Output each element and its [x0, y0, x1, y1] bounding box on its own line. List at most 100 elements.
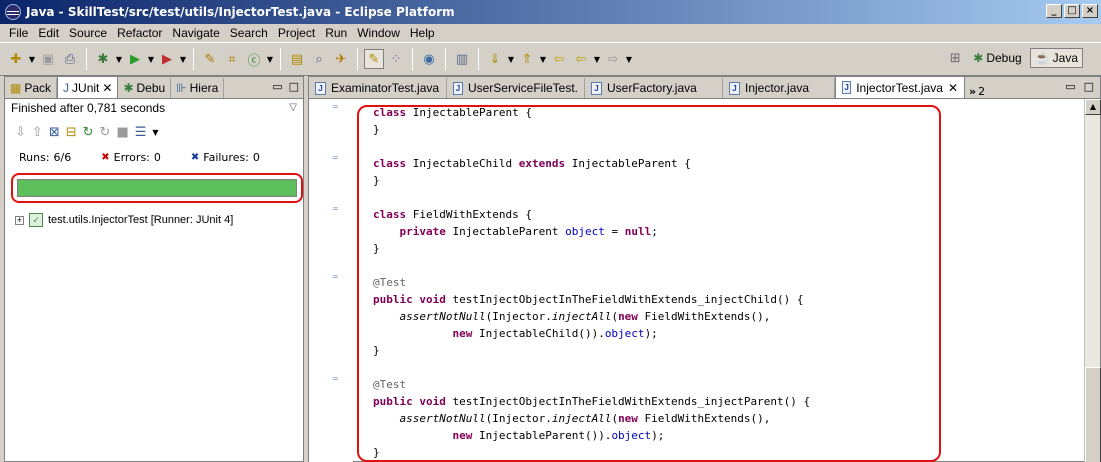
open-task-icon[interactable]: ✈: [331, 49, 351, 69]
back-icon[interactable]: ⇦: [571, 49, 591, 69]
menu-window[interactable]: Window: [352, 25, 405, 41]
fold-marker-icon[interactable]: =: [332, 154, 341, 162]
scroll-up-icon[interactable]: ▲: [1085, 99, 1101, 115]
fold-marker-icon[interactable]: =: [332, 205, 341, 213]
tab-junit[interactable]: J JUnit ✕: [57, 76, 119, 98]
tab-userfactory[interactable]: J UserFactory.java: [585, 78, 723, 98]
tab-injectortest[interactable]: J InjectorTest.java ✕: [835, 76, 965, 98]
menu-source[interactable]: Source: [64, 25, 112, 41]
tab-injector[interactable]: J Injector.java: [723, 78, 835, 98]
test-tree-item[interactable]: + ✓ test.utils.InjectorTest [Runner: JUn…: [15, 213, 233, 227]
external-tools-icon[interactable]: ▶: [157, 49, 177, 69]
test-history-icon[interactable]: ☰: [135, 125, 147, 140]
next-annotation-icon[interactable]: ⇓: [485, 49, 505, 69]
run-icon[interactable]: ▶: [125, 49, 145, 69]
fold-marker-icon[interactable]: =: [332, 273, 341, 281]
next-failure-icon[interactable]: ⇩: [15, 125, 26, 140]
new-java-project-icon[interactable]: ✎: [200, 49, 220, 69]
history-dropdown-icon[interactable]: ▼: [152, 128, 158, 137]
minimize-editor-icon[interactable]: ▭: [1065, 80, 1075, 93]
window-controls: _ □ ×: [1046, 4, 1098, 18]
menu-run[interactable]: Run: [320, 25, 352, 41]
new-class-dropdown-icon[interactable]: ▼: [266, 49, 274, 69]
scroll-lock-icon[interactable]: ⊟: [66, 125, 77, 140]
debug-icon[interactable]: ✱: [93, 49, 113, 69]
junit-counters: Runs: 6/6 ✖ Errors: 0 ✖ Failures: 0: [5, 147, 303, 167]
package-icon: ▦: [10, 81, 22, 95]
runs-counter: Runs: 6/6: [19, 151, 71, 164]
expand-icon[interactable]: +: [15, 215, 24, 225]
menu-file[interactable]: File: [4, 25, 33, 41]
annotation-icon[interactable]: ▥: [452, 49, 472, 69]
fold-marker-icon[interactable]: =: [332, 103, 341, 111]
tab-debug[interactable]: ✱ Debu: [118, 78, 172, 98]
back-dropdown-icon[interactable]: ▼: [593, 49, 601, 69]
stop-icon[interactable]: ■: [116, 125, 128, 140]
menu-search[interactable]: Search: [225, 25, 273, 41]
previous-annotation-dropdown-icon[interactable]: ▼: [539, 49, 547, 69]
show-failures-only-icon[interactable]: ⊠: [49, 125, 60, 140]
open-type-icon[interactable]: ▤: [287, 49, 307, 69]
view-menu-icon[interactable]: ▽: [289, 102, 297, 113]
menu-edit[interactable]: Edit: [33, 25, 64, 41]
java-file-icon: J: [315, 81, 326, 95]
previous-annotation-icon[interactable]: ⇑: [517, 49, 537, 69]
maximize-editor-icon[interactable]: □: [1084, 80, 1094, 93]
rerun-failed-icon[interactable]: ↻: [100, 125, 111, 140]
runs-label: Runs:: [19, 150, 50, 164]
progress-highlight: [11, 173, 303, 203]
vertical-scrollbar[interactable]: ▲: [1084, 99, 1101, 462]
new-class-icon[interactable]: ⓒ: [244, 49, 264, 69]
close-tab-icon[interactable]: ✕: [948, 81, 958, 95]
debug-perspective-button[interactable]: ✱ Debug: [969, 49, 1025, 67]
last-edit-location-icon[interactable]: ⇦: [549, 49, 569, 69]
new-package-icon[interactable]: ⌗: [222, 49, 242, 69]
minimize-button[interactable]: _: [1046, 4, 1062, 18]
run-dropdown-icon[interactable]: ▼: [147, 49, 155, 69]
errors-value: 0: [153, 150, 161, 164]
menu-navigate[interactable]: Navigate: [167, 25, 224, 41]
menu-refactor[interactable]: Refactor: [112, 25, 167, 41]
new-icon[interactable]: ✚: [6, 49, 26, 69]
more-tabs-button[interactable]: » 2: [969, 85, 985, 98]
fold-marker-icon[interactable]: =: [332, 375, 341, 383]
left-view-controls: ▭ □: [272, 80, 299, 93]
tab-label: Debu: [136, 81, 166, 95]
menu-project[interactable]: Project: [273, 25, 320, 41]
forward-dropdown-icon[interactable]: ▼: [625, 49, 633, 69]
tab-hierarchy[interactable]: ⊪ Hiera: [171, 78, 225, 98]
scroll-thumb[interactable]: [1085, 367, 1101, 462]
search-icon[interactable]: ⌕: [309, 49, 329, 69]
globe-icon[interactable]: ◉: [419, 49, 439, 69]
java-perspective-button[interactable]: ☕ Java: [1029, 48, 1083, 68]
menu-help[interactable]: Help: [405, 25, 440, 41]
window-title: Java - SkillTest/src/test/utils/Injector…: [26, 5, 455, 19]
print-icon[interactable]: ⎙: [60, 49, 80, 69]
show-whitespace-icon[interactable]: ⁘: [386, 49, 406, 69]
tab-label: InjectorTest.java: [856, 80, 943, 95]
close-button[interactable]: ×: [1082, 4, 1098, 18]
previous-failure-icon[interactable]: ⇧: [32, 125, 43, 140]
close-tab-icon[interactable]: ✕: [102, 81, 112, 95]
forward-icon[interactable]: ⇨: [603, 49, 623, 69]
tab-userservicefiletest[interactable]: J UserServiceFileTest.: [447, 78, 585, 98]
toggle-mark-occurrences-icon[interactable]: ✎: [364, 49, 384, 69]
maximize-button[interactable]: □: [1064, 4, 1080, 18]
rerun-icon[interactable]: ↻: [83, 125, 94, 140]
failures-value: 0: [252, 150, 260, 164]
debug-dropdown-icon[interactable]: ▼: [115, 49, 123, 69]
maximize-view-icon[interactable]: □: [289, 80, 299, 93]
open-perspective-icon[interactable]: ⊞: [945, 48, 965, 68]
save-icon[interactable]: ▣: [38, 49, 58, 69]
external-tools-dropdown-icon[interactable]: ▼: [179, 49, 187, 69]
minimize-view-icon[interactable]: ▭: [272, 80, 282, 93]
toolbar-separator: [445, 48, 446, 70]
more-tabs-icon: »: [969, 85, 977, 98]
tab-package-explorer[interactable]: ▦ Pack: [5, 78, 58, 98]
new-dropdown-icon[interactable]: ▼: [28, 49, 36, 69]
next-annotation-dropdown-icon[interactable]: ▼: [507, 49, 515, 69]
left-view-tabs: ▦ Pack J JUnit ✕ ✱ Debu ⊪ Hiera ▭ □: [5, 76, 303, 99]
editor-gutter: = = = = =: [309, 99, 353, 462]
tab-examinatortest[interactable]: J ExaminatorTest.java: [309, 78, 447, 98]
hierarchy-icon: ⊪: [176, 81, 187, 95]
